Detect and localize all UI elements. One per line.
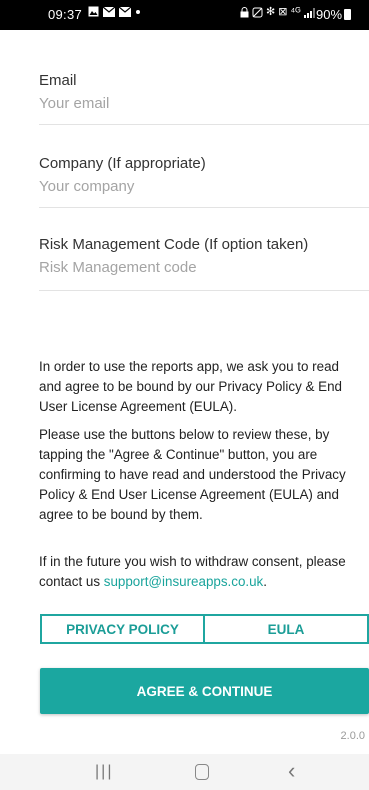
email-underline bbox=[39, 124, 369, 125]
consent-paragraph-3-end: . bbox=[263, 574, 267, 589]
email-field-group: Email bbox=[39, 72, 369, 125]
notification-icons bbox=[88, 6, 141, 17]
mute-icon bbox=[252, 7, 263, 18]
support-email-link[interactable]: support@insureapps.co.uk bbox=[104, 574, 264, 589]
vibrate-icon: ⊠ bbox=[278, 6, 288, 18]
mail-icon bbox=[119, 6, 131, 17]
privacy-policy-button[interactable]: PRIVACY POLICY bbox=[40, 614, 205, 644]
signal-icon bbox=[303, 7, 315, 18]
home-icon[interactable] bbox=[195, 764, 209, 780]
consent-paragraph-1: In order to use the reports app, we ask … bbox=[39, 359, 342, 414]
risk-code-input[interactable] bbox=[39, 259, 359, 276]
system-nav-bar: ||| ‹ bbox=[0, 754, 369, 790]
company-input[interactable] bbox=[39, 178, 359, 195]
app-version: 2.0.0 bbox=[340, 730, 365, 742]
battery-indicator: 90% bbox=[316, 7, 352, 22]
company-underline bbox=[39, 207, 369, 208]
dot-icon bbox=[136, 9, 140, 14]
risk-code-field-group: Risk Management Code (If option taken) bbox=[39, 236, 369, 291]
battery-level: 90% bbox=[316, 7, 343, 22]
battery-icon bbox=[344, 9, 352, 20]
back-icon[interactable]: ‹ bbox=[288, 758, 295, 784]
status-time: 09:37 bbox=[48, 7, 83, 22]
bluetooth-icon: ✻ bbox=[266, 6, 276, 18]
agree-continue-button[interactable]: AGREE & CONTINUE bbox=[40, 668, 369, 714]
eula-button[interactable]: EULA bbox=[205, 614, 369, 644]
company-label: Company (If appropriate) bbox=[39, 155, 206, 172]
consent-paragraph-3: If in the future you wish to withdraw co… bbox=[39, 552, 359, 592]
image-icon bbox=[88, 6, 99, 17]
4g-icon: ⁴ᴳ bbox=[290, 6, 301, 18]
status-bar: 09:37 ✻ ⊠ ⁴ᴳ 90% bbox=[0, 0, 369, 30]
policy-button-row: PRIVACY POLICY EULA bbox=[40, 614, 369, 644]
lock-icon bbox=[240, 7, 249, 18]
risk-code-label: Risk Management Code (If option taken) bbox=[39, 236, 309, 253]
system-icons: ✻ ⊠ ⁴ᴳ bbox=[240, 7, 316, 18]
email-input[interactable] bbox=[39, 95, 359, 112]
consent-paragraph-2: Please use the buttons below to review t… bbox=[39, 427, 346, 522]
recents-icon[interactable]: ||| bbox=[95, 763, 113, 781]
company-field-group: Company (If appropriate) bbox=[39, 155, 369, 208]
mail-icon bbox=[103, 6, 115, 17]
email-label: Email bbox=[39, 72, 77, 89]
risk-code-underline bbox=[39, 290, 369, 291]
